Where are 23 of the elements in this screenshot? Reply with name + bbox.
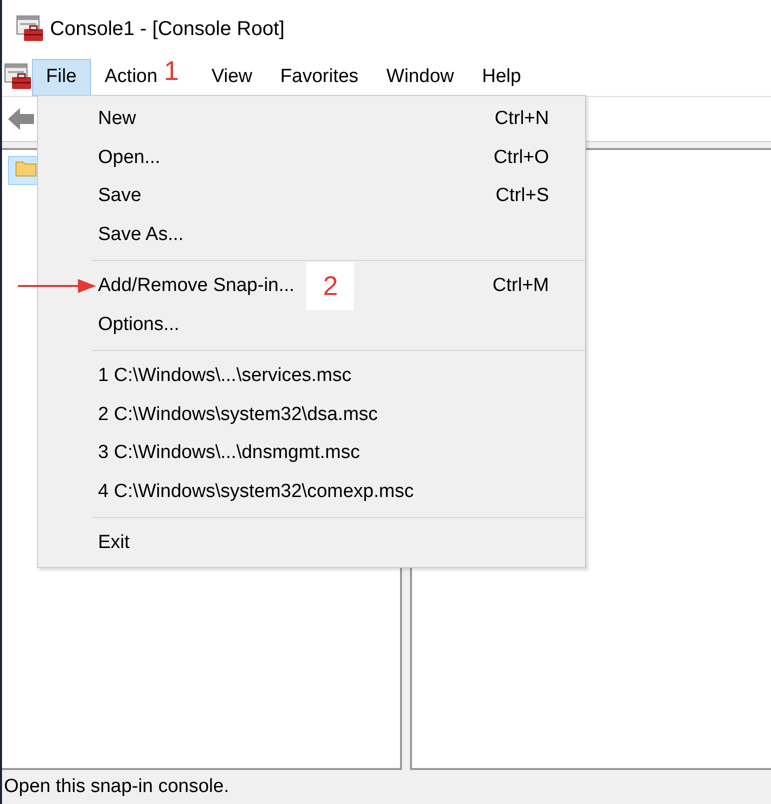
menu-item[interactable]: 4 C:\Windows\system32\comexp.msc <box>38 472 585 511</box>
status-text: Open this snap-in console. <box>4 776 229 798</box>
step-number-badge: 2 <box>306 262 354 310</box>
menu-item[interactable]: 3 C:\Windows\...\dnsmgmt.msc <box>38 434 585 472</box>
menu-item[interactable]: 1 C:\Windows\...\services.msc <box>38 357 585 396</box>
folder-icon <box>15 159 37 177</box>
menu-item[interactable]: Save As... <box>38 216 585 254</box>
back-arrow-icon[interactable] <box>8 108 34 130</box>
menu-bar-label: Action <box>104 66 158 86</box>
window-title: Console1 - [Console Root] <box>50 18 285 40</box>
menu-item[interactable]: Exit <box>38 524 585 562</box>
menu-item[interactable]: 2 C:\Windows\system32\dsa.msc <box>38 396 585 434</box>
menu-bar-item[interactable]: Window <box>372 58 468 96</box>
menu-bar-item[interactable]: Action 1 <box>90 58 198 96</box>
menu-bar-item[interactable]: Help <box>468 58 536 96</box>
menu-item[interactable]: New Ctrl+N <box>38 100 585 138</box>
console-toolbox-icon <box>16 15 44 43</box>
app-menu-icon[interactable] <box>4 63 32 91</box>
menu-item[interactable]: Save Ctrl+S <box>38 177 585 216</box>
menu-bar-item[interactable]: Favorites <box>266 58 372 96</box>
menu-bar-item[interactable]: File <box>32 58 91 96</box>
menu-item[interactable]: Open... Ctrl+O <box>38 138 585 177</box>
menu-bar-item[interactable]: View <box>197 58 266 96</box>
